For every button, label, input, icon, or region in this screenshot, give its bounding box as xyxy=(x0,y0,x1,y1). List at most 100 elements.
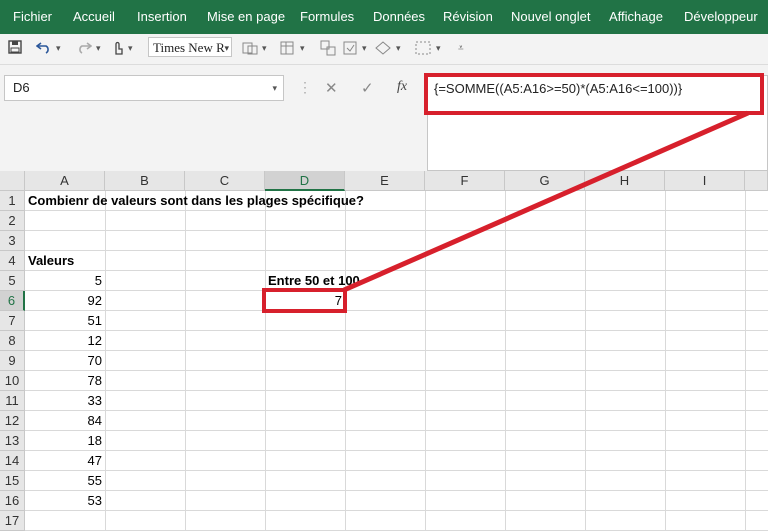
redo-icon[interactable] xyxy=(76,40,93,57)
cell-a16[interactable]: 53 xyxy=(25,491,102,511)
column-header-d[interactable]: D xyxy=(265,171,345,191)
tab-revision[interactable]: Révision xyxy=(443,9,493,24)
formula-highlight-box xyxy=(424,73,764,115)
select-all-corner[interactable] xyxy=(0,171,25,191)
format-icon-3[interactable] xyxy=(320,40,336,59)
row-header-2[interactable]: 2 xyxy=(0,211,25,231)
grid-hline xyxy=(25,450,768,451)
shape-icon[interactable] xyxy=(374,40,392,59)
font-name-select[interactable]: Times New R ▾ xyxy=(148,37,232,57)
result-highlight-box xyxy=(262,288,347,313)
grid-hline xyxy=(25,270,768,271)
ribbon-tab-bar: Fichier Accueil Insertion Mise en page F… xyxy=(0,0,768,34)
undo-dropdown-icon[interactable]: ▾ xyxy=(56,43,61,54)
column-header-f[interactable]: F xyxy=(425,171,505,191)
cell-a6[interactable]: 92 xyxy=(25,291,102,311)
column-header-h[interactable]: H xyxy=(585,171,665,191)
grid-hline xyxy=(25,370,768,371)
grid-vline xyxy=(345,191,346,530)
column-header-a[interactable]: A xyxy=(25,171,105,191)
undo-icon[interactable] xyxy=(35,40,52,57)
row-header-8[interactable]: 8 xyxy=(0,331,25,351)
row-header-4[interactable]: 4 xyxy=(0,251,25,271)
row-header-5[interactable]: 5 xyxy=(0,271,25,291)
tab-donnees[interactable]: Données xyxy=(373,9,425,24)
format-icon-2[interactable] xyxy=(280,40,296,59)
grid-hline xyxy=(25,330,768,331)
cell-a15[interactable]: 55 xyxy=(25,471,102,491)
cell-a4[interactable]: Valeurs xyxy=(28,251,74,271)
column-header-i[interactable]: I xyxy=(665,171,745,191)
cell-a13[interactable]: 18 xyxy=(25,431,102,451)
row-header-9[interactable]: 9 xyxy=(0,351,25,371)
row-header-14[interactable]: 14 xyxy=(0,451,25,471)
save-icon[interactable] xyxy=(8,40,22,57)
cell-a10[interactable]: 78 xyxy=(25,371,102,391)
row-header-16[interactable]: 16 xyxy=(0,491,25,511)
row-header-13[interactable]: 13 xyxy=(0,431,25,451)
tab-fichier[interactable]: Fichier xyxy=(13,9,52,24)
font-dropdown-icon[interactable]: ▾ xyxy=(224,38,229,56)
tab-insertion[interactable]: Insertion xyxy=(137,9,187,24)
tab-accueil[interactable]: Accueil xyxy=(73,9,115,24)
tab-formules[interactable]: Formules xyxy=(300,9,354,24)
grid-hline xyxy=(25,430,768,431)
enter-icon[interactable]: ✓ xyxy=(361,79,374,97)
shape-dropdown-icon[interactable]: ▾ xyxy=(396,43,401,54)
row-header-3[interactable]: 3 xyxy=(0,231,25,251)
tab-affichage[interactable]: Affichage xyxy=(609,9,663,24)
format-dropdown-1[interactable]: ▾ xyxy=(262,43,267,54)
column-header-j-partial[interactable] xyxy=(745,171,768,191)
cell-a9[interactable]: 70 xyxy=(25,351,102,371)
row-header-15[interactable]: 15 xyxy=(0,471,25,491)
row-header-11[interactable]: 11 xyxy=(0,391,25,411)
grid-hline xyxy=(25,410,768,411)
grid-hline xyxy=(25,290,768,291)
cancel-icon[interactable]: ✕ xyxy=(325,79,338,97)
touch-dropdown-icon[interactable]: ▾ xyxy=(128,43,133,54)
grid-hline xyxy=(25,510,768,511)
cell-a7[interactable]: 51 xyxy=(25,311,102,331)
grid-hline xyxy=(25,310,768,311)
column-header-g[interactable]: G xyxy=(505,171,585,191)
name-box[interactable]: D6 ▾ xyxy=(4,75,284,101)
select-dropdown-icon[interactable]: ▾ xyxy=(436,43,441,54)
cell-a11[interactable]: 33 xyxy=(25,391,102,411)
tab-mise-en-page[interactable]: Mise en page xyxy=(207,9,285,24)
customize-toolbar-icon[interactable]: ⩡ xyxy=(458,43,464,54)
row-header-1[interactable]: 1 xyxy=(0,191,25,211)
name-box-dropdown-icon[interactable]: ▾ xyxy=(272,76,277,100)
tab-nouvel-onglet[interactable]: Nouvel onglet xyxy=(511,9,591,24)
cell-a1[interactable]: Combienr de valeurs sont dans les plages… xyxy=(28,191,364,211)
format-dropdown-2[interactable]: ▾ xyxy=(300,43,305,54)
cell-a14[interactable]: 47 xyxy=(25,451,102,471)
formula-bar-handle-icon[interactable]: ⋮ xyxy=(298,79,312,96)
row-header-12[interactable]: 12 xyxy=(0,411,25,431)
quick-access-toolbar: ▾ ▾ ▾ ▾ ▾ ▾ ▾ ▾ ⩡ xyxy=(0,34,768,65)
cell-a8[interactable]: 12 xyxy=(25,331,102,351)
grid-vline xyxy=(745,191,746,530)
grid-vline xyxy=(105,191,106,530)
grid-vline xyxy=(665,191,666,530)
format-icon-1[interactable] xyxy=(242,40,258,59)
row-header-17[interactable]: 17 xyxy=(0,511,25,531)
grid-hline xyxy=(25,230,768,231)
column-header-b[interactable]: B xyxy=(105,171,185,191)
cell-a12[interactable]: 84 xyxy=(25,411,102,431)
touch-mode-icon[interactable] xyxy=(112,40,124,59)
grid-vline xyxy=(505,191,506,530)
select-objects-icon[interactable] xyxy=(414,40,432,59)
grid-vline xyxy=(265,191,266,530)
column-header-e[interactable]: E xyxy=(345,171,425,191)
redo-dropdown-icon[interactable]: ▾ xyxy=(96,43,101,54)
format-dropdown-4[interactable]: ▾ xyxy=(362,43,367,54)
insert-function-icon[interactable]: fx xyxy=(397,79,407,95)
row-header-10[interactable]: 10 xyxy=(0,371,25,391)
column-header-c[interactable]: C xyxy=(185,171,265,191)
tab-developpeur[interactable]: Développeur xyxy=(684,9,758,24)
row-header-6[interactable]: 6 xyxy=(0,291,25,311)
cell-a5[interactable]: 5 xyxy=(25,271,102,291)
row-header-7[interactable]: 7 xyxy=(0,311,25,331)
grid-hline xyxy=(25,390,768,391)
format-icon-4[interactable] xyxy=(342,40,358,59)
